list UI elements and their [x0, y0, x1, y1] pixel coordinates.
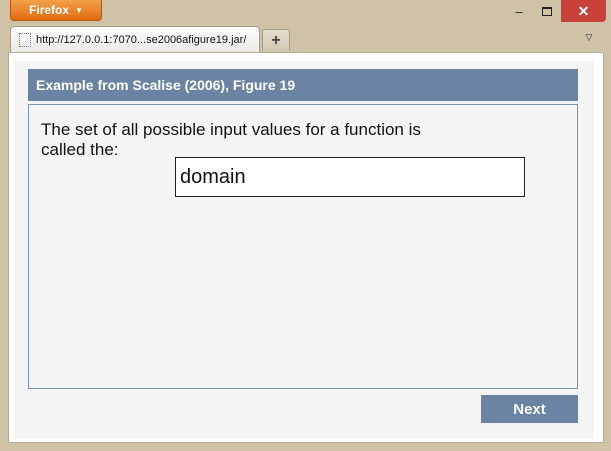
new-tab-button[interactable]: +: [262, 29, 290, 51]
plus-icon: +: [271, 31, 281, 49]
minimize-button[interactable]: –: [505, 0, 533, 22]
maximize-icon: [542, 6, 552, 16]
caret-down-icon: ▼: [75, 5, 83, 15]
minimize-icon: –: [515, 3, 523, 19]
title-bar: Firefox ▼ – ✕: [0, 0, 611, 24]
example-header: Example from Scalise (2006), Figure 19: [28, 69, 578, 101]
browser-tab[interactable]: http://127.0.0.1:7070...se2006afigure19.…: [10, 26, 260, 52]
firefox-menu-button[interactable]: Firefox ▼: [10, 0, 102, 21]
close-icon: ✕: [577, 2, 590, 19]
page-icon: [19, 32, 31, 47]
tab-bar: http://127.0.0.1:7070...se2006afigure19.…: [0, 24, 611, 52]
next-button[interactable]: Next: [481, 395, 578, 423]
tab-list-icon: ▽: [585, 31, 593, 42]
question-text: The set of all possible input values for…: [41, 120, 421, 159]
answer-input[interactable]: [175, 157, 525, 197]
firefox-menu-label: Firefox: [29, 3, 70, 17]
tab-title: http://127.0.0.1:7070...se2006afigure19.…: [36, 33, 247, 46]
tab-list-button[interactable]: ▽: [580, 30, 598, 44]
close-button[interactable]: ✕: [561, 0, 606, 22]
maximize-button[interactable]: [533, 0, 561, 22]
